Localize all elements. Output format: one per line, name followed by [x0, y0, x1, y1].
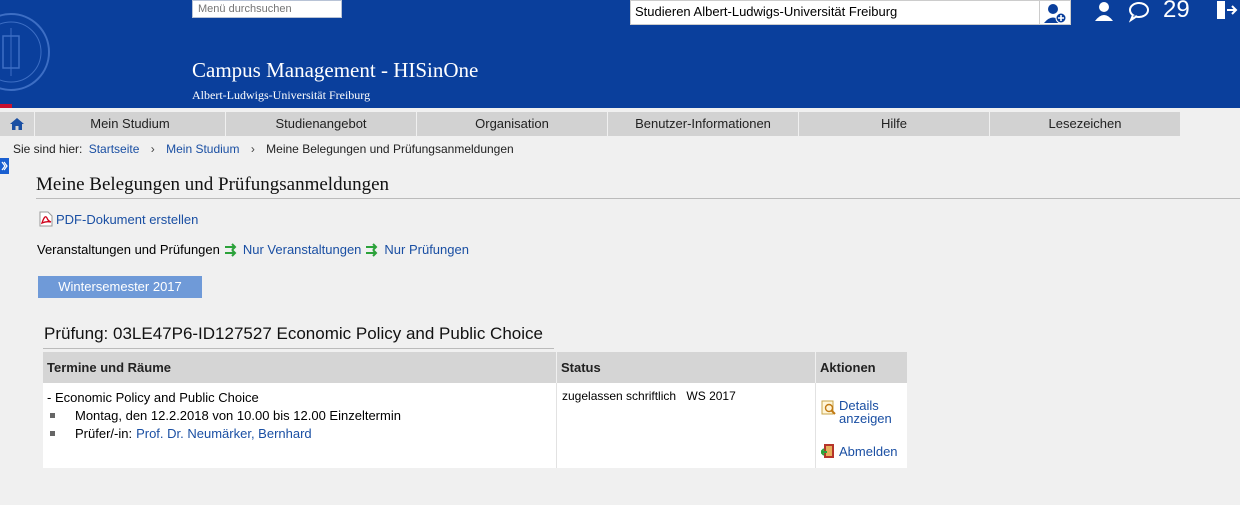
exam-title: Prüfung: 03LE47P6-ID127527 Economic Poli… — [44, 324, 543, 343]
red-accent-strip — [0, 104, 12, 108]
nav-benutzer-informationen[interactable]: Benutzer-Informationen — [607, 112, 798, 136]
examiner-link[interactable]: Prof. Dr. Neumärker, Bernhard — [136, 426, 312, 441]
sidebar-toggle-button[interactable] — [0, 158, 9, 174]
status-text: zugelassen schriftlich — [562, 389, 677, 403]
semester-tab[interactable]: Wintersemester 2017 — [38, 276, 202, 298]
home-icon — [10, 118, 24, 130]
filter-veranstaltungen-link[interactable]: Nur Veranstaltungen — [243, 242, 362, 257]
abmelden-label[interactable]: Abmelden — [839, 444, 898, 459]
nav-studienangebot[interactable]: Studienangebot — [225, 112, 416, 136]
breadcrumb: Sie sind hier: Startseite › Mein Studium… — [13, 142, 514, 156]
pdf-create-link[interactable]: PDF-Dokument erstellen — [38, 211, 198, 227]
exam-date: Montag, den 12.2.2018 von 10.00 bis 12.0… — [75, 408, 401, 423]
column-header: Aktionen — [815, 352, 907, 383]
chevron-right-icon — [1, 161, 8, 171]
breadcrumb-current: Meine Belegungen und Prüfungsanmeldungen — [266, 142, 514, 156]
actions-cell: Details anzeigen Abmelden — [815, 383, 907, 468]
details-button[interactable]: Details anzeigen — [821, 399, 892, 425]
nav-mein-studium[interactable]: Mein Studium — [34, 112, 225, 136]
app-subtitle: Albert-Ludwigs-Universität Freiburg — [192, 88, 371, 102]
menu-search-input[interactable] — [192, 0, 342, 18]
magnifier-details-icon — [821, 400, 836, 415]
breadcrumb-prefix: Sie sind hier: — [13, 142, 83, 156]
exit-door-icon — [821, 444, 834, 458]
role-select[interactable]: Studieren Albert-Ludwigs-Universität Fre… — [630, 0, 1040, 25]
message-count[interactable]: 29 — [1163, 0, 1190, 24]
exam-title-divider — [43, 348, 554, 349]
nav-lesezeichen[interactable]: Lesezeichen — [989, 112, 1180, 136]
table-header: Termine und Räume Status Aktionen — [43, 352, 907, 383]
termine-cell: - Economic Policy and Public Choice Mont… — [43, 383, 556, 468]
add-role-icon — [1044, 4, 1067, 24]
filter-arrows-icon — [224, 242, 237, 257]
event-name: - Economic Policy and Public Choice — [47, 390, 259, 405]
page-title: Meine Belegungen und Prüfungsanmeldungen — [36, 174, 390, 195]
filter-pruefungen-link[interactable]: Nur Prüfungen — [384, 242, 469, 257]
home-button[interactable] — [0, 112, 34, 136]
table-row: - Economic Policy and Public Choice Mont… — [43, 383, 907, 468]
app-title: Campus Management - HISinOne — [192, 58, 479, 82]
messages-icon[interactable] — [1127, 0, 1153, 25]
column-header: Status — [556, 352, 815, 383]
university-seal-icon — [0, 13, 50, 91]
main-navigation: Mein Studium Studienangebot Organisation… — [0, 112, 1180, 136]
breadcrumb-mein-studium[interactable]: Mein Studium — [166, 142, 239, 156]
header-bar: Campus Management - HISinOne Albert-Ludw… — [0, 0, 1240, 108]
details-label-line2[interactable]: anzeigen — [839, 412, 892, 425]
user-profile-icon[interactable] — [1093, 0, 1115, 25]
breadcrumb-separator: › — [150, 142, 155, 156]
bullet-icon — [50, 431, 55, 436]
pdf-create-label[interactable]: PDF-Dokument erstellen — [56, 212, 198, 227]
filter-arrows-icon — [366, 242, 378, 257]
abmelden-button[interactable]: Abmelden — [821, 443, 898, 459]
filter-label: Veranstaltungen und Prüfungen — [37, 242, 220, 257]
role-switch-button[interactable] — [1040, 0, 1071, 25]
filter-row: Veranstaltungen und Prüfungen Nur Verans… — [37, 242, 469, 257]
examiner-label: Prüfer/-in: — [75, 426, 133, 441]
logout-icon[interactable] — [1214, 0, 1238, 25]
pdf-icon — [39, 211, 53, 227]
breadcrumb-startseite[interactable]: Startseite — [89, 142, 140, 156]
column-header: Termine und Räume — [47, 360, 172, 375]
nav-organisation[interactable]: Organisation — [416, 112, 607, 136]
title-divider — [36, 198, 1240, 199]
list-item: Montag, den 12.2.2018 von 10.00 bis 12.0… — [47, 408, 552, 423]
status-term: WS 2017 — [686, 389, 736, 403]
bullet-icon — [50, 413, 55, 418]
list-item: Prüfer/-in: Prof. Dr. Neumärker, Bernhar… — [47, 426, 552, 441]
status-cell: zugelassen schriftlich WS 2017 — [556, 383, 815, 468]
breadcrumb-separator: › — [250, 142, 255, 156]
exam-table: Termine und Räume Status Aktionen - Econ… — [43, 352, 907, 468]
nav-hilfe[interactable]: Hilfe — [798, 112, 989, 136]
